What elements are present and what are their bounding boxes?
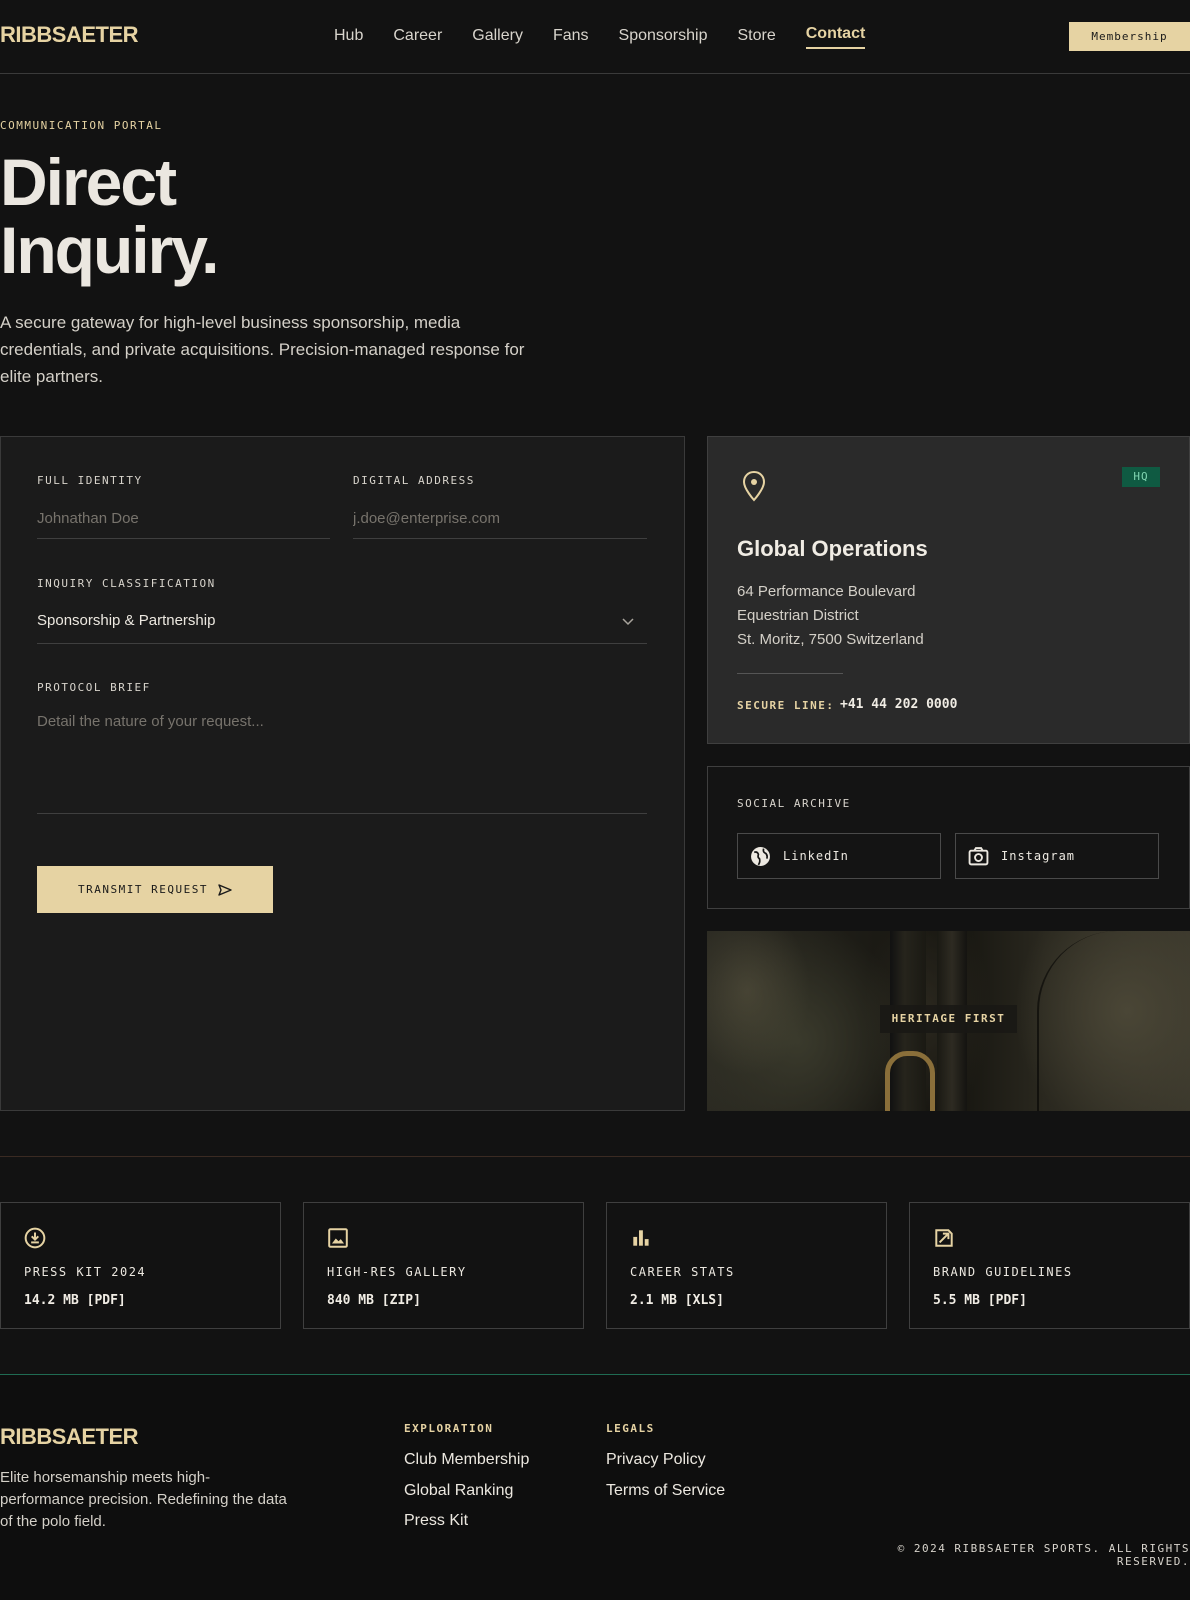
download-title: PRESS KIT 2024 — [24, 1265, 147, 1279]
nav-link-contact[interactable]: Contact — [805, 25, 866, 49]
social-archive-label: SOCIAL ARCHIVE — [737, 797, 851, 810]
transmit-request-label: TRANSMIT REQUEST — [78, 883, 208, 896]
section-divider — [0, 1156, 1190, 1157]
hero-subtitle: A secure gateway for high-level business… — [0, 313, 525, 386]
download-size: 14.2 MB [PDF] — [24, 1293, 126, 1308]
press-kit-card[interactable]: PRESS KIT 2024 14.2 MB [PDF] — [0, 1202, 281, 1329]
download-size: 840 MB [ZIP] — [327, 1293, 421, 1308]
page-title-line-2: Inquiry. — [0, 213, 219, 287]
footer-link-privacy-policy[interactable]: Privacy Policy — [606, 1451, 706, 1469]
page-title-line-1: Direct — [0, 145, 177, 219]
saddle-seam — [1037, 931, 1190, 1111]
inquiry-classification-value: Sponsorship & Partnership — [37, 612, 216, 629]
location-pin-icon — [742, 470, 766, 502]
footer-link-global-ranking[interactable]: Global Ranking — [404, 1482, 513, 1500]
chevron-down-icon — [622, 618, 634, 626]
footer-link-club-membership[interactable]: Club Membership — [404, 1451, 529, 1469]
footer-exploration-heading: EXPLORATION — [404, 1422, 494, 1435]
brand-icon — [935, 1229, 953, 1247]
globe-icon — [751, 847, 770, 866]
image-icon — [328, 1228, 348, 1248]
instagram-button[interactable]: Instagram — [955, 833, 1159, 879]
hq-address-line-2: Equestrian District — [737, 607, 859, 624]
camera-icon — [968, 847, 989, 866]
download-title: BRAND GUIDELINES — [933, 1265, 1073, 1279]
saddle-buckle — [885, 1051, 935, 1111]
high-res-gallery-card[interactable]: HIGH-RES GALLERY 840 MB [ZIP] — [303, 1202, 584, 1329]
page-title: Direct Inquiry. — [0, 145, 219, 287]
nav-link-gallery[interactable]: Gallery — [472, 27, 523, 49]
footer-link-press-kit[interactable]: Press Kit — [404, 1512, 468, 1530]
hq-divider — [737, 673, 843, 674]
send-icon — [218, 883, 232, 896]
nav-links: Hub Career Gallery Fans Sponsorship Stor… — [334, 25, 895, 49]
download-title: HIGH-RES GALLERY — [327, 1265, 467, 1279]
hq-badge: HQ — [1122, 467, 1160, 487]
digital-address-label: DIGITAL ADDRESS — [353, 474, 475, 487]
brand-guidelines-card[interactable]: BRAND GUIDELINES 5.5 MB [PDF] — [909, 1202, 1190, 1329]
footer-copyright: © 2024 RIBBSAETER SPORTS. ALL RIGHTS RES… — [897, 1542, 1190, 1568]
inquiry-classification-label: INQUIRY CLASSIFICATION — [37, 577, 216, 590]
brand-logo[interactable]: RIBBSAETER — [0, 22, 139, 48]
protocol-brief-textarea[interactable] — [37, 713, 647, 814]
hero-eyebrow: COMMUNICATION PORTAL — [0, 119, 163, 132]
nav-link-fans[interactable]: Fans — [553, 27, 589, 49]
instagram-label: Instagram — [1001, 849, 1076, 863]
download-icon — [24, 1227, 46, 1249]
transmit-request-button[interactable]: TRANSMIT REQUEST — [37, 866, 273, 913]
nav-link-hub[interactable]: Hub — [334, 27, 363, 49]
bar-chart-icon — [633, 1230, 649, 1246]
top-nav: RIBBSAETER Hub Career Gallery Fans Spons… — [0, 0, 1190, 74]
inquiry-classification-select[interactable]: Sponsorship & Partnership — [37, 599, 647, 644]
download-size: 5.5 MB [PDF] — [933, 1293, 1027, 1308]
secure-line-label: SECURE LINE: — [737, 699, 835, 712]
nav-link-store[interactable]: Store — [737, 27, 775, 49]
full-identity-label: FULL IDENTITY — [37, 474, 143, 487]
membership-button[interactable]: Membership — [1069, 22, 1190, 51]
digital-address-input[interactable] — [353, 498, 647, 539]
hq-address-line-1: 64 Performance Boulevard — [737, 583, 916, 600]
download-title: CAREER STATS — [630, 1265, 735, 1279]
linkedin-label: LinkedIn — [783, 849, 849, 863]
hq-address-line-3: St. Moritz, 7500 Switzerland — [737, 631, 924, 648]
heritage-saddle-image: HERITAGE FIRST — [707, 931, 1190, 1111]
footer-legals-heading: LEGALS — [606, 1422, 655, 1435]
secure-line-number[interactable]: +41 44 202 0000 — [840, 697, 957, 712]
protocol-brief-label: PROTOCOL BRIEF — [37, 681, 151, 694]
hq-title: Global Operations — [737, 536, 928, 561]
footer-tagline: Elite horsemanship meets high-performanc… — [0, 1469, 287, 1530]
footer-link-terms-of-service[interactable]: Terms of Service — [606, 1482, 725, 1500]
nav-link-career[interactable]: Career — [393, 27, 442, 49]
download-size: 2.1 MB [XLS] — [630, 1293, 724, 1308]
full-identity-input[interactable] — [37, 498, 330, 539]
linkedin-button[interactable]: LinkedIn — [737, 833, 941, 879]
footer-brand-logo[interactable]: RIBBSAETER — [0, 1424, 139, 1450]
nav-link-sponsorship[interactable]: Sponsorship — [619, 27, 708, 49]
heritage-tag: HERITAGE FIRST — [880, 1005, 1017, 1033]
career-stats-card[interactable]: CAREER STATS 2.1 MB [XLS] — [606, 1202, 887, 1329]
